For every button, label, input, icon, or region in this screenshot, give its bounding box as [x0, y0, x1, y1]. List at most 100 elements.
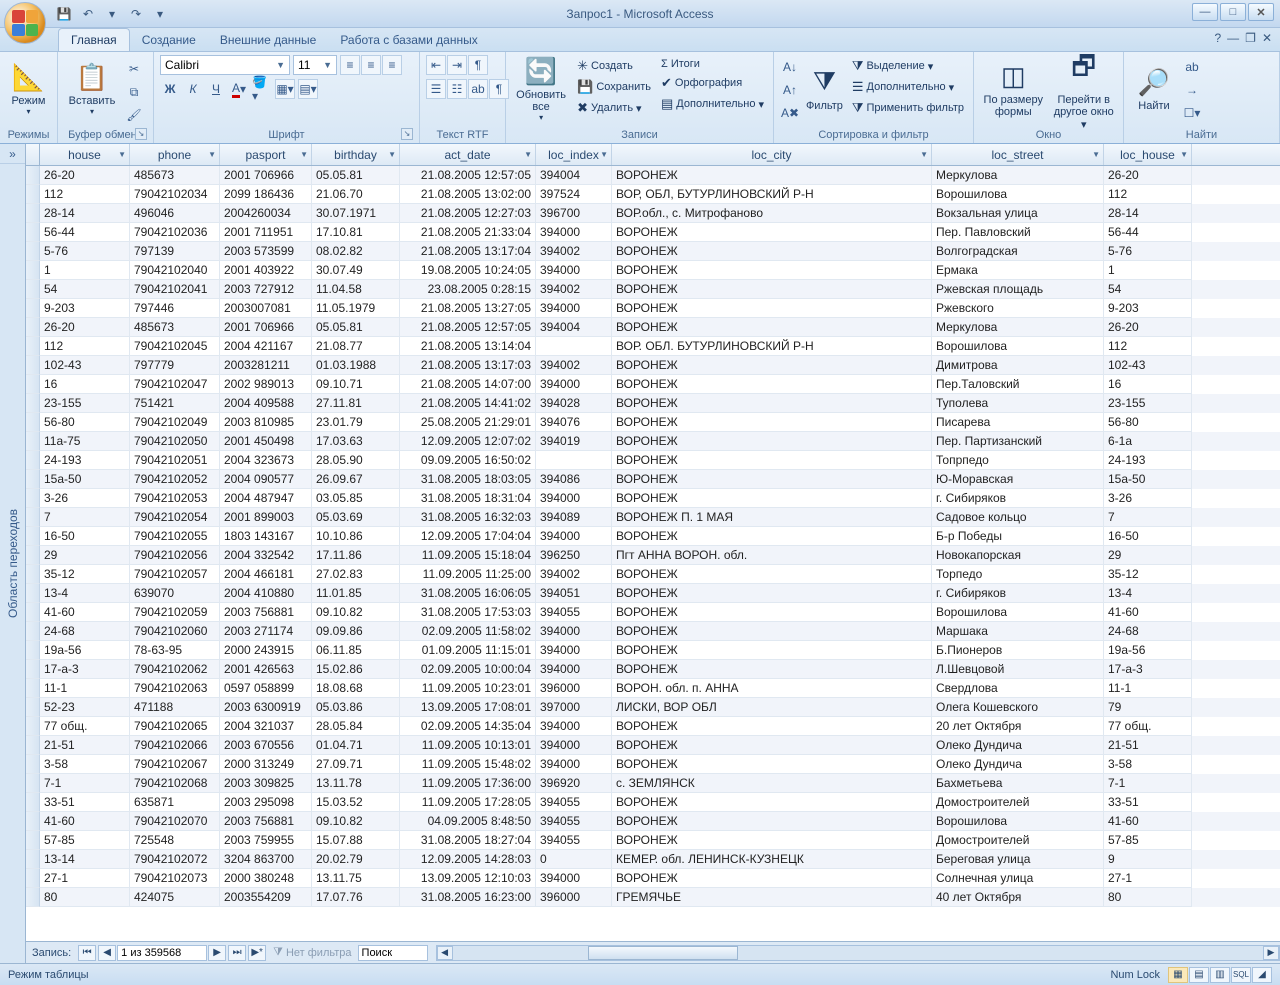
row-header[interactable] — [26, 204, 40, 223]
bullets-icon[interactable]: ☰ — [426, 79, 446, 99]
chevron-down-icon[interactable]: ▼ — [208, 150, 216, 159]
cell-loc-city[interactable]: с. ЗЕМЛЯНСК — [612, 774, 932, 793]
cell-pasport[interactable]: 2000 243915 — [220, 641, 312, 660]
cell-act-date[interactable]: 21.08.2005 21:33:04 — [400, 223, 536, 242]
cell-house[interactable]: 56-80 — [40, 413, 130, 432]
cell-loc-index[interactable]: 396700 — [536, 204, 612, 223]
cell-loc-index[interactable]: 394002 — [536, 356, 612, 375]
underline-icon[interactable]: Ч — [206, 79, 226, 99]
cell-house[interactable]: 112 — [40, 185, 130, 204]
minimize-button[interactable]: — — [1192, 3, 1218, 21]
cell-birthday[interactable]: 11.04.58 — [312, 280, 400, 299]
cell-act-date[interactable]: 25.08.2005 21:29:01 — [400, 413, 536, 432]
cell-act-date[interactable]: 13.09.2005 17:08:01 — [400, 698, 536, 717]
cell-act-date[interactable]: 31.08.2005 16:23:00 — [400, 888, 536, 907]
cell-loc-index[interactable]: 394002 — [536, 242, 612, 261]
cell-house[interactable]: 77 общ. — [40, 717, 130, 736]
save-icon[interactable]: 💾 — [54, 4, 74, 24]
cell-loc-index[interactable]: 394086 — [536, 470, 612, 489]
tab-external-data[interactable]: Внешние данные — [208, 29, 329, 51]
cell-loc-street[interactable]: Солнечная улица — [932, 869, 1104, 888]
chevron-down-icon[interactable]: ▼ — [118, 150, 126, 159]
cell-pasport[interactable]: 2001 426563 — [220, 660, 312, 679]
cell-act-date[interactable]: 12.09.2005 12:07:02 — [400, 432, 536, 451]
col-loc-city[interactable]: loc_city▼ — [612, 144, 932, 165]
cell-loc-city[interactable]: ВОРОНЕЖ — [612, 603, 932, 622]
cell-loc-house[interactable]: 56-44 — [1104, 223, 1192, 242]
cell-loc-street[interactable]: Пер. Партизанский — [932, 432, 1104, 451]
new-record-button[interactable]: ✳Создать — [574, 57, 654, 75]
cell-birthday[interactable]: 09.09.86 — [312, 622, 400, 641]
cell-pasport[interactable]: 2003 756881 — [220, 603, 312, 622]
pivot-table-view-button[interactable]: ▤ — [1189, 967, 1209, 983]
cell-house[interactable]: 80 — [40, 888, 130, 907]
totals-button[interactable]: Σ Итоги — [658, 57, 767, 71]
cell-loc-house[interactable]: 33-51 — [1104, 793, 1192, 812]
cell-pasport[interactable]: 2001 706966 — [220, 318, 312, 337]
cell-pasport[interactable]: 2003 309825 — [220, 774, 312, 793]
cell-loc-house[interactable]: 13-4 — [1104, 584, 1192, 603]
cell-pasport[interactable]: 2004 332542 — [220, 546, 312, 565]
qat-customize[interactable]: ▾ — [150, 4, 170, 24]
cell-loc-index[interactable]: 394000 — [536, 660, 612, 679]
cell-house[interactable]: 56-44 — [40, 223, 130, 242]
new-record-nav-button[interactable]: ▶* — [248, 945, 266, 961]
chevron-down-icon[interactable]: ▼ — [1180, 150, 1188, 159]
cell-phone[interactable]: 797779 — [130, 356, 220, 375]
cell-loc-index[interactable]: 396000 — [536, 679, 612, 698]
cell-loc-index[interactable]: 394055 — [536, 831, 612, 850]
cell-phone[interactable]: 79042102054 — [130, 508, 220, 527]
cell-phone[interactable]: 79042102053 — [130, 489, 220, 508]
cell-loc-city[interactable]: ВОРОНЕЖ — [612, 261, 932, 280]
cell-loc-house[interactable]: 77 общ. — [1104, 717, 1192, 736]
row-header[interactable] — [26, 774, 40, 793]
chevron-down-icon[interactable]: ▼ — [600, 150, 608, 159]
next-record-button[interactable]: ▶ — [208, 945, 226, 961]
ltr-icon[interactable]: ¶ — [468, 55, 488, 75]
cell-loc-street[interactable]: г. Сибиряков — [932, 584, 1104, 603]
decrease-indent-icon[interactable]: ⇤ — [426, 55, 446, 75]
cell-pasport[interactable]: 0597 058899 — [220, 679, 312, 698]
cell-pasport[interactable]: 2004 466181 — [220, 565, 312, 584]
table-row[interactable]: 5-767971392003 57359908.02.8221.08.2005 … — [26, 242, 1280, 261]
cell-act-date[interactable]: 21.08.2005 12:27:03 — [400, 204, 536, 223]
cell-house[interactable]: 16-50 — [40, 527, 130, 546]
cell-house[interactable]: 24-68 — [40, 622, 130, 641]
cell-loc-index[interactable]: 397000 — [536, 698, 612, 717]
row-header[interactable] — [26, 451, 40, 470]
chevron-down-icon[interactable]: ▼ — [388, 150, 396, 159]
toggle-filter-button[interactable]: ⧩Применить фильтр — [849, 99, 967, 117]
scroll-thumb[interactable] — [588, 946, 738, 960]
cell-house[interactable]: 33-51 — [40, 793, 130, 812]
italic-icon[interactable]: К — [183, 79, 203, 99]
font-name-selector[interactable]: Calibri▼ — [160, 55, 290, 75]
font-dialog-launcher[interactable]: ↘ — [401, 128, 413, 140]
cell-house[interactable]: 41-60 — [40, 603, 130, 622]
cell-loc-index[interactable]: 394076 — [536, 413, 612, 432]
cell-loc-city[interactable]: ВОРОНЕЖ — [612, 432, 932, 451]
cell-act-date[interactable]: 12.09.2005 14:28:03 — [400, 850, 536, 869]
cell-pasport[interactable]: 2003554209 — [220, 888, 312, 907]
cell-loc-index[interactable]: 396250 — [536, 546, 612, 565]
cell-act-date[interactable]: 11.09.2005 17:36:00 — [400, 774, 536, 793]
cell-phone[interactable]: 639070 — [130, 584, 220, 603]
cell-house[interactable]: 57-85 — [40, 831, 130, 850]
cell-loc-street[interactable]: Домостроителей — [932, 793, 1104, 812]
cell-pasport[interactable]: 2000 313249 — [220, 755, 312, 774]
cell-loc-city[interactable]: ЛИСКИ, ВОР ОБЛ — [612, 698, 932, 717]
cell-pasport[interactable]: 2001 706966 — [220, 166, 312, 185]
sort-asc-icon[interactable]: A↓ — [780, 57, 800, 77]
cell-phone[interactable]: 797446 — [130, 299, 220, 318]
table-row[interactable]: 33-516358712003 29509815.03.5211.09.2005… — [26, 793, 1280, 812]
cell-loc-house[interactable]: 16-50 — [1104, 527, 1192, 546]
table-row[interactable]: 52-234711882003 630091905.03.8613.09.200… — [26, 698, 1280, 717]
cell-loc-street[interactable]: Вокзальная улица — [932, 204, 1104, 223]
cell-act-date[interactable]: 11.09.2005 15:48:02 — [400, 755, 536, 774]
table-row[interactable]: 19а-5678-63-952000 24391506.11.8501.09.2… — [26, 641, 1280, 660]
cell-loc-index[interactable]: 397524 — [536, 185, 612, 204]
cell-act-date[interactable]: 02.09.2005 11:58:02 — [400, 622, 536, 641]
cell-loc-house[interactable]: 80 — [1104, 888, 1192, 907]
doc-minimize-button[interactable]: — — [1227, 31, 1239, 45]
cell-loc-index[interactable]: 394000 — [536, 489, 612, 508]
expand-pane-icon[interactable]: » — [0, 144, 25, 164]
